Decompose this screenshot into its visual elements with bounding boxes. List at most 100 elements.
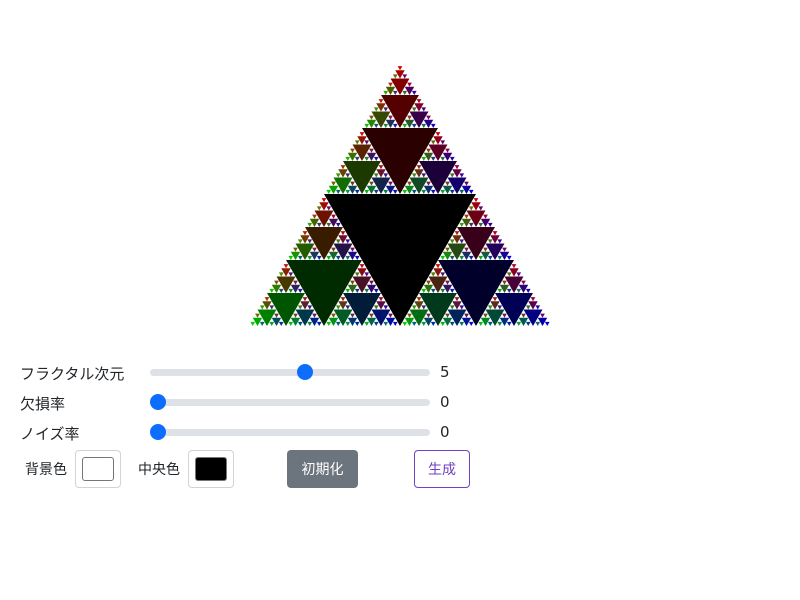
fractal-triangle bbox=[483, 214, 488, 219]
fractal-triangle bbox=[511, 264, 517, 269]
fractal-triangle bbox=[354, 156, 360, 161]
fractal-triangle bbox=[302, 297, 308, 302]
generate-button[interactable]: 生成 bbox=[414, 450, 470, 488]
fractal-triangle bbox=[335, 305, 341, 310]
fractal-triangle bbox=[430, 140, 436, 145]
dimension-slider-thumb[interactable] bbox=[296, 364, 313, 380]
fractal-triangle bbox=[487, 321, 493, 326]
fractal-triangle bbox=[506, 321, 512, 326]
center-color-swatch bbox=[195, 457, 227, 481]
fractal-triangle bbox=[259, 321, 265, 326]
fractal-triangle bbox=[383, 90, 389, 95]
center-color-picker[interactable] bbox=[188, 450, 234, 488]
fractal-triangle bbox=[378, 165, 384, 170]
noise-rate-slider[interactable] bbox=[150, 422, 430, 442]
fractal-triangle bbox=[316, 206, 322, 211]
fractal-triangle bbox=[454, 165, 460, 170]
loss-rate-value: 0 bbox=[440, 393, 450, 411]
background-color-picker[interactable] bbox=[75, 450, 121, 488]
fractal-triangle bbox=[297, 288, 303, 293]
fractal-triangle bbox=[468, 189, 474, 194]
fractal-triangle bbox=[364, 140, 370, 145]
fractal-triangle bbox=[293, 247, 298, 252]
fractal-triangle bbox=[369, 115, 374, 120]
fractal-triangle bbox=[369, 148, 374, 153]
fractal-triangle bbox=[316, 255, 322, 260]
fractal-triangle bbox=[445, 181, 450, 186]
fractal-triangle bbox=[354, 272, 360, 277]
fractal-triangle bbox=[326, 222, 332, 227]
fractal-triangle bbox=[426, 148, 431, 153]
fractal-triangle bbox=[392, 90, 398, 95]
fractal-triangle bbox=[487, 222, 493, 227]
fractal-triangle bbox=[530, 297, 536, 302]
fractal-triangle bbox=[345, 321, 351, 326]
background-color-swatch bbox=[82, 457, 114, 481]
fractal-triangle bbox=[416, 99, 422, 104]
fractal-triangle bbox=[288, 255, 294, 260]
fractal-triangle bbox=[483, 313, 488, 318]
loss-rate-slider[interactable] bbox=[150, 392, 430, 412]
fractal-triangle bbox=[269, 305, 275, 310]
fractal-triangle bbox=[464, 313, 469, 318]
fractal-triangle bbox=[397, 66, 403, 71]
fractal-triangle bbox=[335, 222, 341, 227]
fractal-triangle bbox=[525, 321, 531, 326]
fractal-triangle bbox=[392, 321, 398, 326]
fractal-triangle bbox=[392, 189, 398, 194]
fractal-triangle bbox=[459, 222, 465, 227]
fractal-triangle bbox=[459, 321, 465, 326]
fractal-triangle bbox=[468, 255, 474, 260]
fractal-triangle bbox=[364, 123, 370, 128]
dimension-label: フラクタル次元 bbox=[20, 365, 125, 383]
fractal-triangle bbox=[369, 280, 374, 285]
loss-rate-slider-thumb[interactable] bbox=[150, 394, 166, 410]
reset-button[interactable]: 初期化 bbox=[287, 450, 358, 488]
fractal-triangle bbox=[297, 255, 303, 260]
fractal-triangle bbox=[464, 181, 469, 186]
fractal-triangle bbox=[383, 321, 389, 326]
fractal-triangle bbox=[297, 239, 303, 244]
fractal-triangle bbox=[331, 214, 336, 219]
loss-rate-label: 欠損率 bbox=[20, 395, 66, 413]
fractal-triangle bbox=[373, 156, 379, 161]
fractal-triangle bbox=[478, 255, 484, 260]
fractal-triangle bbox=[430, 321, 436, 326]
fractal-triangle bbox=[402, 74, 408, 79]
fractal-triangle bbox=[312, 313, 317, 318]
fractal-triangle bbox=[307, 239, 313, 244]
dimension-slider[interactable] bbox=[150, 362, 430, 382]
fractal-triangle bbox=[525, 288, 531, 293]
fractal-triangle bbox=[525, 305, 531, 310]
fractal-triangle bbox=[373, 107, 379, 112]
fractal-triangle bbox=[468, 206, 474, 211]
fractal-triangle bbox=[435, 264, 441, 269]
fractal-triangle bbox=[430, 156, 436, 161]
fractal-triangle bbox=[297, 321, 303, 326]
fractal-triangle bbox=[340, 165, 346, 170]
fractal-triangle bbox=[316, 222, 322, 227]
fractal-triangle bbox=[288, 272, 294, 277]
fractal-triangle bbox=[383, 107, 389, 112]
fractal-triangle bbox=[312, 214, 317, 219]
fractal-triangle bbox=[345, 305, 351, 310]
fractal-triangle bbox=[345, 288, 351, 293]
fractal-triangle bbox=[483, 247, 488, 252]
fractal-triangle bbox=[326, 255, 332, 260]
noise-rate-slider-thumb[interactable] bbox=[150, 424, 166, 440]
fractal-triangle bbox=[340, 231, 346, 236]
fractal-triangle bbox=[373, 189, 379, 194]
fractal-triangle bbox=[288, 288, 294, 293]
fractal-triangle bbox=[421, 321, 427, 326]
fractal-triangle bbox=[354, 255, 360, 260]
fractal-triangle bbox=[478, 222, 484, 227]
fractal-triangle bbox=[278, 288, 284, 293]
fractal-triangle bbox=[307, 305, 313, 310]
dimension-slider-track bbox=[150, 369, 430, 376]
fractal-triangle bbox=[392, 74, 398, 79]
fractal-triangle bbox=[502, 247, 507, 252]
fractal-triangle bbox=[278, 272, 284, 277]
fractal-triangle bbox=[331, 247, 336, 252]
fractal-triangle bbox=[440, 321, 446, 326]
fractal-triangle bbox=[478, 321, 484, 326]
